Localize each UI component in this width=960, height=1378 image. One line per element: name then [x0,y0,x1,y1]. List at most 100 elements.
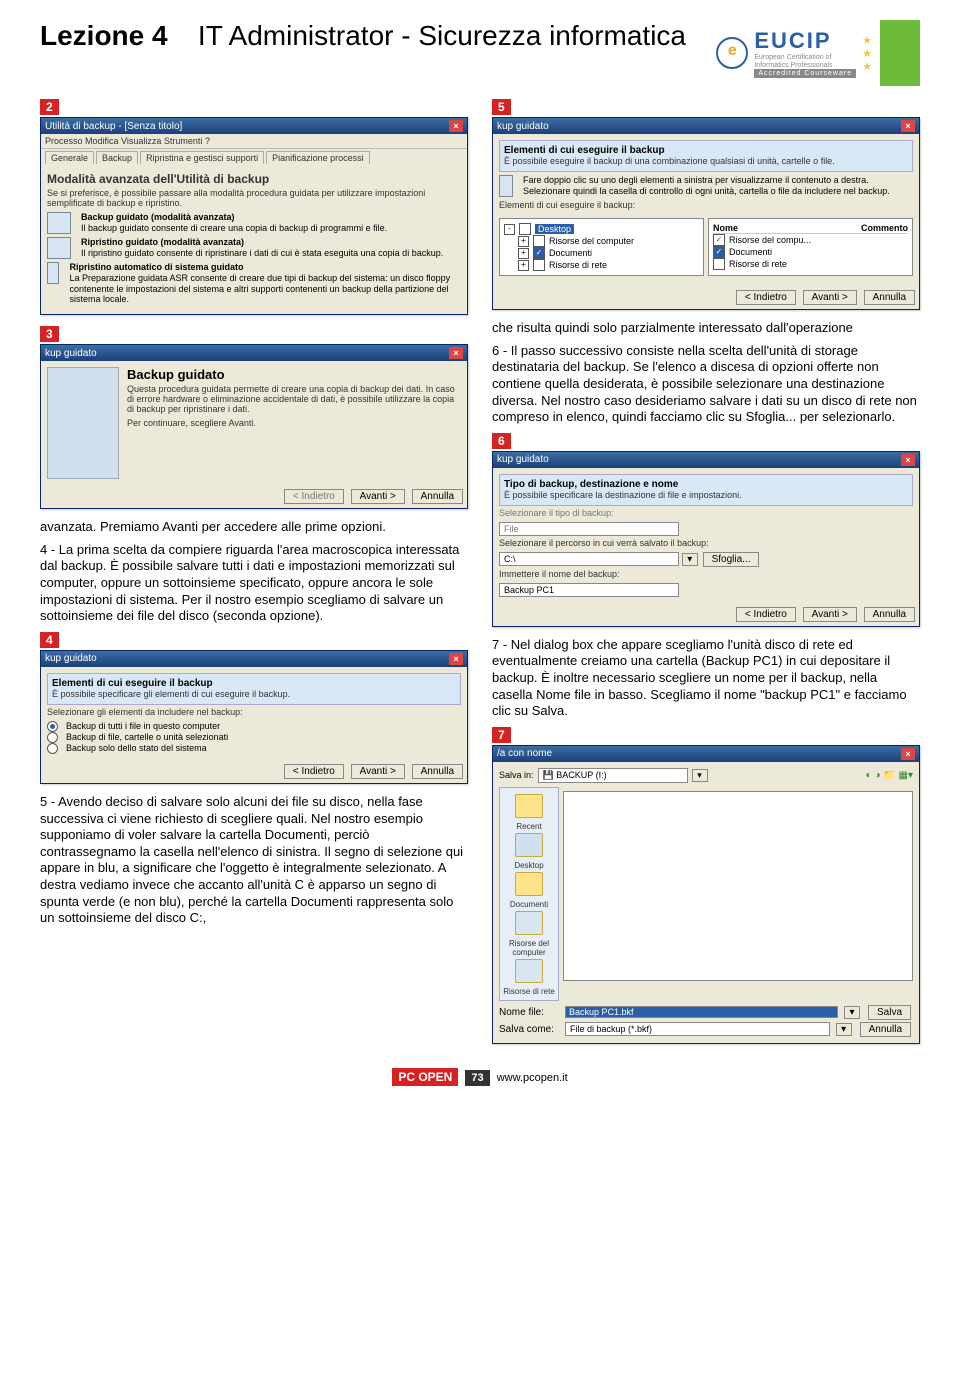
checkbox[interactable]: ✓ [713,246,725,258]
radio[interactable] [47,721,58,732]
back-button[interactable]: < Indietro [284,764,344,779]
dropdown-icon[interactable]: ▾ [692,769,708,782]
page-header: Lezione 4 IT Administrator - Sicurezza i… [40,20,920,86]
stars-icon: ★★★ [862,34,874,73]
win2-title: Utilità di backup - [Senza titolo] [45,121,182,132]
recent-icon[interactable] [515,794,543,818]
save-button[interactable]: Salva [868,1005,911,1020]
computer-icon[interactable] [515,911,543,935]
badge-4: 4 [40,632,59,648]
close-icon[interactable]: × [449,653,463,665]
win3-title: kup guidato [45,348,97,359]
window-select-elements: kup guidato× Elementi di cui eseguire il… [492,117,920,310]
text-avanzata: avanzata. Premiamo Avanti per accedere a… [40,519,468,536]
checkbox[interactable] [533,235,545,247]
tree-toggle[interactable]: + [518,236,529,247]
eucip-logo-icon: e [716,37,748,69]
tree-toggle[interactable]: + [518,248,529,259]
badge-3: 3 [40,326,59,342]
doc-title: IT Administrator - Sicurezza informatica [198,20,686,52]
cancel-button[interactable]: Annulla [412,764,463,779]
back-button: < Indietro [284,489,344,504]
win3-heading: Backup guidato [127,367,461,382]
cancel-button[interactable]: Annulla [864,607,915,622]
badge-2: 2 [40,99,59,115]
footer-url: www.pcopen.it [497,1072,568,1084]
name-input[interactable]: Backup PC1 [499,583,679,597]
win6-title: kup guidato [497,454,549,465]
filetype-select[interactable]: File di backup (*.bkf) [565,1022,830,1036]
wizard-banner-icon [47,367,119,479]
close-icon[interactable]: × [901,748,915,760]
accredited-bar: Accredited Courseware [754,69,856,78]
window-save-as: /a con nome× Salva in: 💾 BACKUP (I:) ▾ ◐… [492,745,920,1044]
wizard-icon[interactable] [47,237,71,259]
brand-name: EUCIP [754,28,856,54]
info-icon [499,175,513,197]
win2-intro: Se si preferisce, è possibile passare al… [47,188,461,208]
browse-button[interactable]: Sfoglia... [703,552,760,567]
radio[interactable] [47,743,58,754]
window-backup-dest: kup guidato× Tipo di backup, destinazion… [492,451,920,627]
close-icon[interactable]: × [901,454,915,466]
back-button[interactable]: < Indietro [736,607,796,622]
window-backup-wizard-intro: kup guidato× Backup guidato Questa proce… [40,344,468,509]
brand-sub2: Informatics Professionals [754,62,856,70]
win7-title: /a con nome [497,748,552,759]
checkbox[interactable] [533,259,545,271]
text-step6: 6 - Il passo successivo consiste nella s… [492,343,920,426]
win2-menu[interactable]: Processo Modifica Visualizza Strumenti ? [41,134,467,149]
badge-6: 6 [492,433,511,449]
text-step4: 4 - La prima scelta da compiere riguarda… [40,542,468,625]
checkbox[interactable] [713,258,725,270]
path-input[interactable]: C:\ [499,552,679,566]
brand-block: e EUCIP European Certification of Inform… [716,20,920,86]
back-button[interactable]: < Indietro [736,290,796,305]
cancel-button[interactable]: Annulla [860,1022,911,1037]
filename-input[interactable]: Backup PC1.bkf [565,1006,838,1018]
network-icon[interactable] [515,959,543,983]
next-button[interactable]: Avanti > [351,489,405,504]
next-button[interactable]: Avanti > [803,290,857,305]
win2-tabs[interactable]: GeneraleBackupRipristina e gestisci supp… [41,149,467,166]
page-number: 73 [465,1070,489,1086]
next-button[interactable]: Avanti > [803,607,857,622]
desktop-icon[interactable] [515,833,543,857]
close-icon[interactable]: × [449,347,463,359]
next-button[interactable]: Avanti > [351,764,405,779]
text-step7: 7 - Nel dialog box che appare scegliamo … [492,637,920,720]
win5-title: kup guidato [497,121,549,132]
checkbox[interactable] [519,223,531,235]
badge-7: 7 [492,727,511,743]
wizard-icon[interactable] [47,262,59,284]
tree-toggle[interactable]: - [504,224,515,235]
cancel-button[interactable]: Annulla [864,290,915,305]
close-icon[interactable]: × [901,120,915,132]
page-footer: PC OPEN 73 www.pcopen.it [40,1068,920,1086]
text-partial: che risulta quindi solo parzialmente int… [492,320,920,337]
wizard-icon[interactable] [47,212,71,234]
file-list[interactable] [563,791,913,981]
tree-toggle[interactable]: + [518,260,529,271]
dropdown-icon[interactable]: ▾ [844,1006,860,1019]
lesson-label: Lezione 4 [40,20,168,52]
text-step5: 5 - Avendo deciso di salvare solo alcuni… [40,794,468,927]
win2-heading: Modalità avanzata dell'Utilità di backup [47,172,461,186]
cancel-button[interactable]: Annulla [412,489,463,504]
close-icon[interactable]: × [449,120,463,132]
dropdown-icon[interactable]: ▾ [682,553,698,566]
badge-5: 5 [492,99,511,115]
pcopen-logo: PC OPEN [392,1068,458,1086]
brand-sub1: European Certification of [754,54,856,62]
window-backup-items: kup guidato× Elementi di cui eseguire il… [40,650,468,784]
checkbox[interactable]: ✓ [533,247,545,259]
green-bar [880,20,920,86]
radio[interactable] [47,732,58,743]
window-backup-utility: Utilità di backup - [Senza titolo] × Pro… [40,117,468,315]
type-select: File [499,522,679,536]
win4-title: kup guidato [45,653,97,664]
documents-icon[interactable] [515,872,543,896]
dropdown-icon[interactable]: ▾ [836,1023,852,1036]
savein-select[interactable]: 💾 BACKUP (I:) [538,768,688,783]
checkbox[interactable]: ✓ [713,234,725,246]
